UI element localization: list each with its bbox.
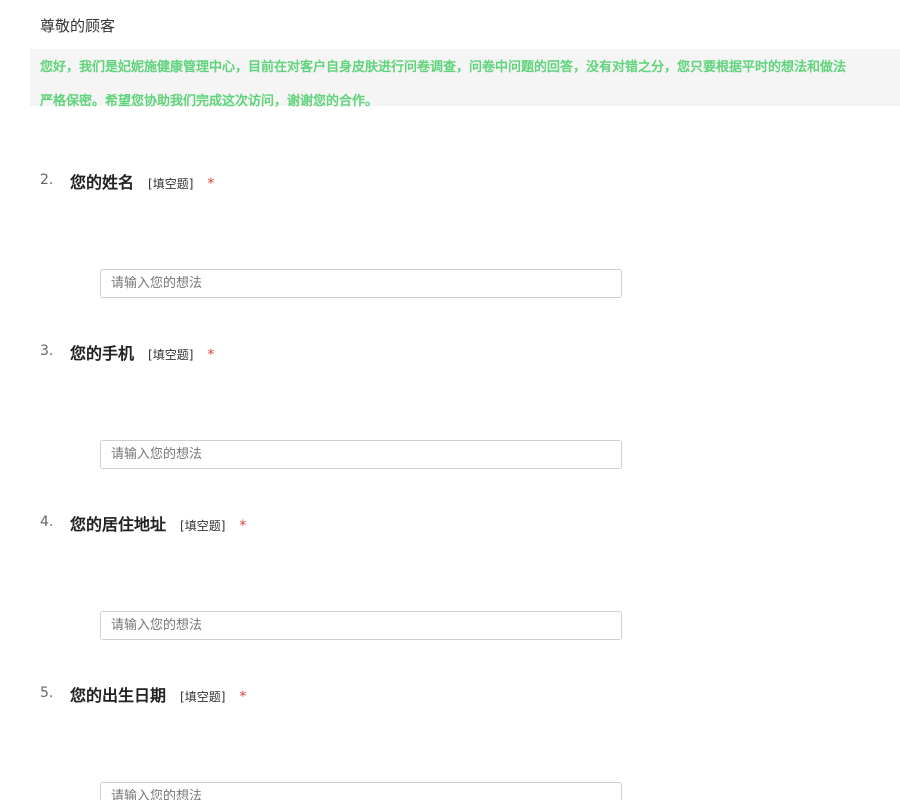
question-type-label: [填空题]	[180, 519, 226, 533]
question-title: 您的姓名	[70, 173, 135, 192]
question-number: 4.	[40, 514, 54, 530]
question-header: 您的居住地址 [填空题] *	[70, 511, 246, 535]
survey-page: 尊敬的顾客 您好，我们是妃妮施健康管理中心，目前在对客户自身皮肤进行问卷调查，问…	[0, 0, 900, 800]
name-input[interactable]	[100, 269, 622, 298]
question-type-label: [填空题]	[148, 348, 194, 362]
question-number: 3.	[40, 343, 54, 359]
intro-text-line-2: 严格保密。希望您协助我们完成这次访问，谢谢您的合作。	[40, 94, 379, 109]
required-mark: *	[207, 176, 215, 192]
question-type-label: [填空题]	[180, 690, 226, 704]
question-number: 5.	[40, 685, 54, 701]
phone-input[interactable]	[100, 440, 622, 469]
question-name: 2. 您的姓名 [填空题] *	[40, 169, 840, 199]
intro-text-line-1: 您好，我们是妃妮施健康管理中心，目前在对客户自身皮肤进行问卷调查，问卷中问题的回…	[40, 60, 847, 75]
question-header: 您的手机 [填空题] *	[70, 340, 214, 364]
question-header: 您的姓名 [填空题] *	[70, 169, 214, 193]
required-mark: *	[239, 689, 247, 705]
question-title: 您的手机	[70, 344, 135, 363]
question-title: 您的出生日期	[70, 686, 167, 705]
question-title: 您的居住地址	[70, 515, 167, 534]
question-address: 4. 您的居住地址 [填空题] *	[40, 511, 840, 541]
question-number: 2.	[40, 172, 54, 188]
greeting-text: 尊敬的顾客	[40, 17, 116, 35]
address-input[interactable]	[100, 611, 622, 640]
question-header: 您的出生日期 [填空题] *	[70, 682, 246, 706]
question-type-label: [填空题]	[148, 177, 194, 191]
birthdate-input[interactable]	[100, 782, 622, 800]
intro-box: 您好，我们是妃妮施健康管理中心，目前在对客户自身皮肤进行问卷调查，问卷中问题的回…	[30, 49, 900, 109]
question-birthdate: 5. 您的出生日期 [填空题] *	[40, 682, 840, 712]
required-mark: *	[239, 518, 247, 534]
required-mark: *	[207, 347, 215, 363]
question-phone: 3. 您的手机 [填空题] *	[40, 340, 840, 370]
